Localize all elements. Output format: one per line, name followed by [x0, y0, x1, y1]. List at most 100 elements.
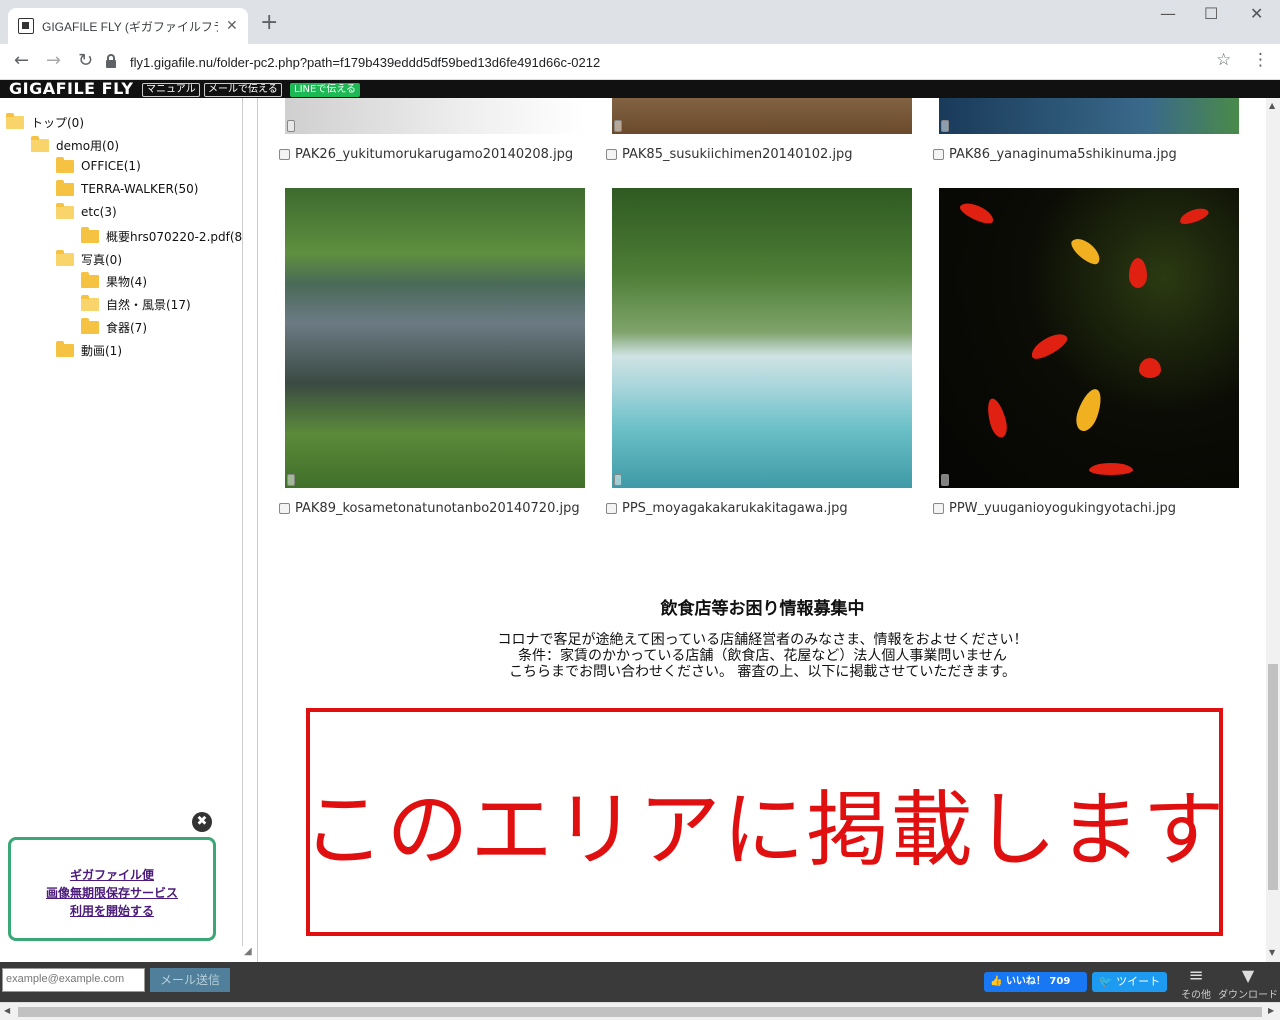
mail-share-button[interactable]: メールで伝える	[204, 83, 282, 97]
folder-icon	[56, 179, 74, 196]
thumbnail-image[interactable]	[612, 98, 912, 134]
scrollbar-thumb[interactable]	[1268, 664, 1278, 890]
folder-icon	[6, 113, 24, 129]
tree-node-demo[interactable]: demo用(0)	[31, 136, 119, 154]
file-name[interactable]: PPW_yuuganioyogukingyotachi.jpg	[949, 501, 1176, 516]
ad-placeholder-box[interactable]: このエリアに掲載します	[303, 708, 1225, 936]
vertical-scrollbar[interactable]: ▲ ▼	[1266, 98, 1280, 962]
scroll-left-icon[interactable]: ◀	[4, 1006, 10, 1015]
file-checkbox[interactable]	[279, 503, 290, 514]
scroll-down-icon[interactable]: ▼	[1269, 948, 1275, 957]
horizontal-scrollbar[interactable]: ◀ ▶	[0, 1002, 1280, 1020]
url-text[interactable]: fly1.gigafile.nu/folder-pc2.php?path=f17…	[130, 55, 600, 70]
scrollbar-thumb[interactable]	[18, 1007, 1262, 1017]
folder-icon	[56, 156, 74, 173]
like-count: いいね！ 709	[1005, 976, 1071, 987]
tree-node-label: 自然・風景(17)	[106, 298, 191, 312]
other-menu-button[interactable]: ≡ その他	[1178, 965, 1214, 1002]
file-name[interactable]: PAK26_yukitumorukarugamo20140208.jpg	[295, 147, 573, 162]
browser-tab[interactable]: GIGAFILE FLY (ギガファイルフライ) W ✕	[8, 8, 248, 44]
thumbs-up-icon: 👍	[990, 976, 1006, 987]
tweet-button[interactable]: 🐦 ツイート	[1092, 972, 1167, 992]
promo-line-1[interactable]: ギガファイル便	[11, 866, 213, 884]
file-name[interactable]: PAK89_kosametonatunotanbo20140720.jpg	[295, 501, 580, 516]
browser-menu-icon[interactable]: ⋮	[1252, 50, 1269, 70]
folder-icon	[56, 202, 74, 219]
hamburger-icon: ≡	[1188, 965, 1204, 986]
file-caption: PAK85_susukiichimen20140102.jpg	[606, 147, 853, 162]
promo-close-button[interactable]: ✖	[192, 812, 212, 832]
window-minimize-button[interactable]: —	[1160, 4, 1176, 23]
bottom-toolbar: example@example.com メール送信 👍 いいね！ 709 🐦 ツ…	[0, 962, 1280, 1002]
file-checkbox[interactable]	[933, 149, 944, 160]
tree-node-office[interactable]: OFFICE(1)	[56, 156, 141, 173]
promo-line-3[interactable]: 利用を開始する	[11, 902, 213, 920]
forward-button[interactable]: →	[46, 50, 61, 71]
download-label: ダウンロード	[1218, 990, 1278, 1001]
folder-icon	[31, 136, 49, 152]
download-arrow-icon: ▼	[1241, 966, 1255, 985]
site-logo[interactable]: GIGAFILE FLY	[9, 81, 133, 97]
facebook-like-button[interactable]: 👍 いいね！ 709	[984, 972, 1087, 992]
koi-shape	[957, 199, 997, 227]
file-caption: PAK89_kosametonatunotanbo20140720.jpg	[279, 501, 580, 516]
thumbnail-badge	[614, 120, 622, 132]
file-name[interactable]: PPS_moyagakakarukakitagawa.jpg	[622, 501, 848, 516]
koi-shape	[984, 396, 1010, 440]
thumbnail-image[interactable]	[939, 188, 1239, 488]
file-checkbox[interactable]	[606, 149, 617, 160]
window-maximize-button[interactable]: ☐	[1204, 4, 1218, 23]
koi-shape	[1089, 463, 1133, 475]
ad-placeholder-text: このエリアに掲載します	[302, 782, 1227, 878]
thumbnail-image[interactable]	[285, 188, 585, 488]
tree-node-top[interactable]: トップ(0)	[6, 113, 84, 131]
send-mail-button[interactable]: メール送信	[150, 968, 230, 992]
file-name[interactable]: PAK86_yanaginuma5shikinuma.jpg	[949, 147, 1177, 162]
koi-shape	[1139, 358, 1161, 378]
notice-title: 飲食店等お困り情報募集中	[660, 599, 865, 619]
manual-button[interactable]: マニュアル	[142, 83, 200, 97]
file-checkbox[interactable]	[606, 503, 617, 514]
scroll-up-icon[interactable]: ▲	[1269, 101, 1275, 110]
line-share-button[interactable]: LINEで伝える	[290, 83, 361, 97]
window-close-button[interactable]: ✕	[1250, 4, 1263, 23]
tree-node-terra-walker[interactable]: TERRA-WALKER(50)	[56, 179, 198, 196]
file-checkbox[interactable]	[279, 149, 290, 160]
download-button[interactable]: ▼ ダウンロード	[1216, 966, 1280, 1001]
email-input[interactable]: example@example.com	[2, 968, 145, 992]
other-label: その他	[1181, 990, 1211, 1001]
tree-node-etc[interactable]: etc(3)	[56, 202, 117, 219]
tab-close-icon[interactable]: ✕	[226, 18, 238, 34]
tree-node-label: 写真(0)	[81, 253, 122, 267]
bookmark-star-icon[interactable]: ☆	[1216, 50, 1231, 70]
thumbnail-badge	[941, 120, 949, 132]
thumbnail-image[interactable]	[939, 98, 1239, 134]
scroll-right-icon[interactable]: ▶	[1268, 1006, 1274, 1015]
resize-grip-icon[interactable]: ◢	[244, 946, 252, 957]
promo-line-2[interactable]: 画像無期限保存サービス	[11, 884, 213, 902]
koi-shape	[1129, 258, 1147, 288]
tree-node-tableware[interactable]: 食器(7)	[81, 318, 147, 336]
folder-icon	[81, 227, 99, 243]
thumbnail-image[interactable]	[612, 188, 912, 488]
new-tab-button[interactable]: +	[260, 12, 278, 34]
address-bar: ← → ↻ fly1.gigafile.nu/folder-pc2.php?pa…	[0, 44, 1280, 80]
tree-node-photos[interactable]: 写真(0)	[56, 250, 122, 268]
folder-icon	[81, 295, 99, 311]
tree-node-nature[interactable]: 自然・風景(17)	[81, 295, 191, 313]
tree-node-label: 概要hrs070220-2.pdf(85	[106, 230, 243, 244]
tree-node-label: 食器(7)	[106, 321, 147, 335]
folder-icon	[56, 341, 74, 357]
omnibox[interactable]: fly1.gigafile.nu/folder-pc2.php?path=f17…	[106, 48, 1246, 76]
file-checkbox[interactable]	[933, 503, 944, 514]
tree-node-video[interactable]: 動画(1)	[56, 341, 122, 359]
file-caption: PAK86_yanaginuma5shikinuma.jpg	[933, 147, 1177, 162]
reload-button[interactable]: ↻	[78, 50, 93, 71]
back-button[interactable]: ←	[14, 50, 29, 71]
twitter-bird-icon: 🐦	[1098, 975, 1117, 988]
tree-node-fruit[interactable]: 果物(4)	[81, 272, 147, 290]
tree-node-pdf[interactable]: 概要hrs070220-2.pdf(85	[81, 227, 243, 245]
thumbnail-image[interactable]	[285, 98, 585, 134]
promo-box[interactable]: ギガファイル便 画像無期限保存サービス 利用を開始する	[8, 837, 216, 941]
file-name[interactable]: PAK85_susukiichimen20140102.jpg	[622, 147, 853, 162]
